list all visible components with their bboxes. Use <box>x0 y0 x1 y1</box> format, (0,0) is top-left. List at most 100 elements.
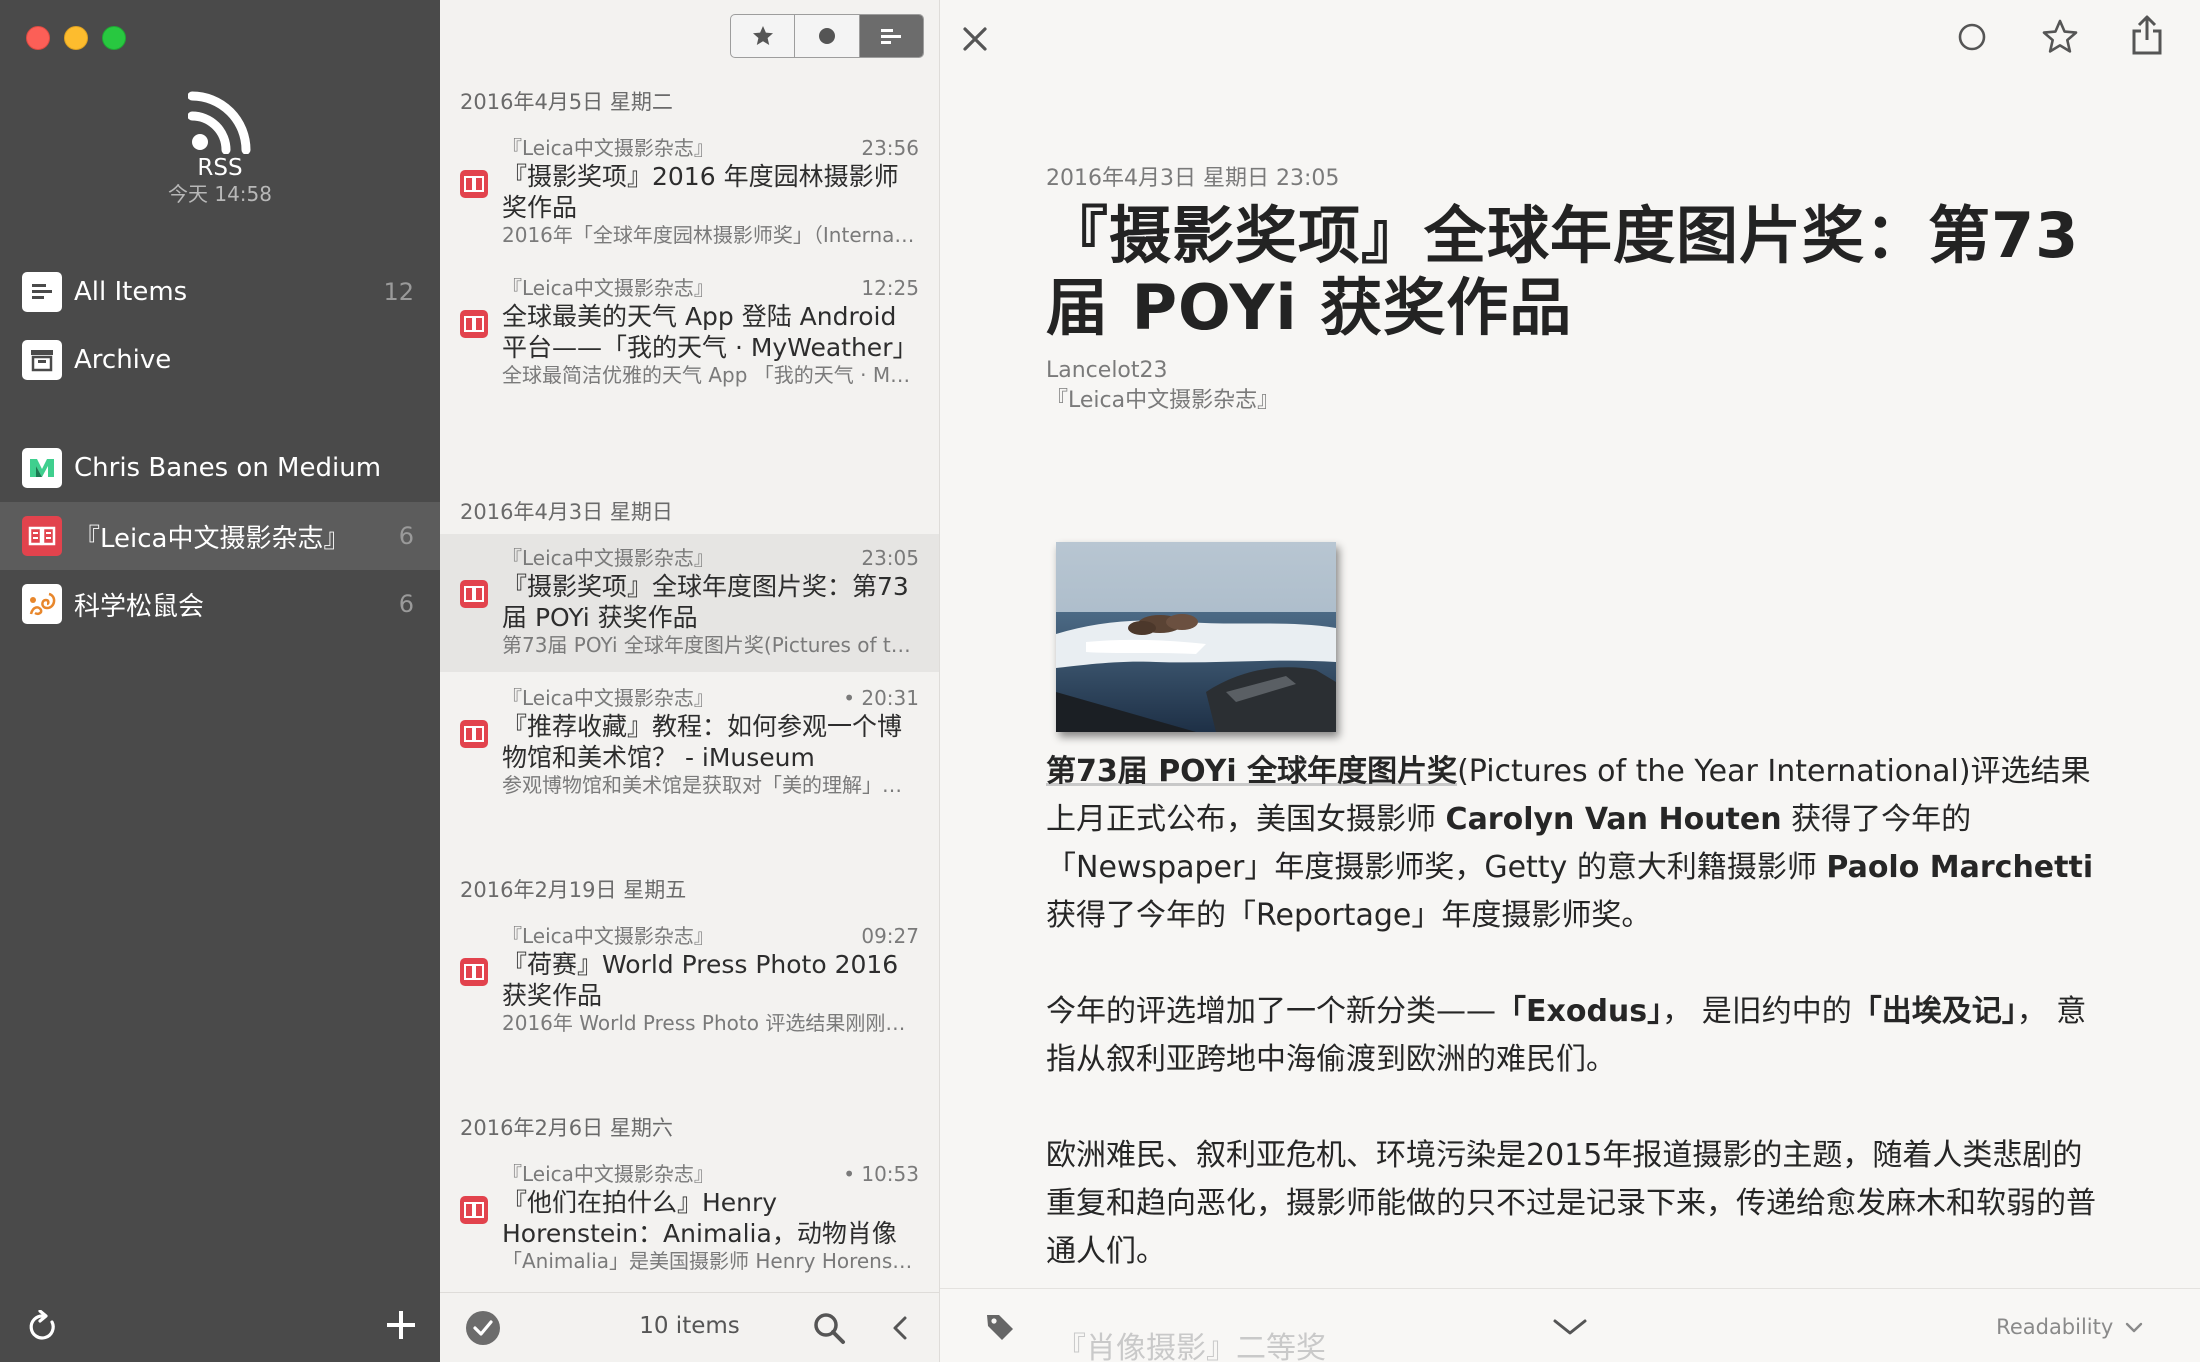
photographer-name: Paolo Marchetti <box>1826 850 2094 885</box>
entry-time: 23:05 <box>861 546 919 570</box>
leica-magazine-icon <box>22 516 62 556</box>
minimize-window-button[interactable] <box>64 26 88 50</box>
article-title: 『摄影奖项』全球年度图片奖：第73届 POYi 获奖作品 <box>1046 199 2080 344</box>
article-paragraph: 第73届 POYi 全球年度图片奖(Pictures of the Year I… <box>1046 748 2106 940</box>
entry-summary: 「Animalia」是美国摄影师 Henry Horenstein 的作品 <box>502 1249 919 1273</box>
sidebar-item-label: 『Leica中文摄影杂志』 <box>74 523 350 554</box>
tag-icon[interactable] <box>984 1311 1016 1347</box>
entry-summary: 全球最简洁优雅的天气 App 「我的天气 · MyWeather」 <box>502 363 919 387</box>
entry-title: 全球最美的天气 App 登陆 Android 平台——「我的天气 · MyWea… <box>502 302 918 362</box>
rss-icon <box>188 91 251 154</box>
star-icon[interactable] <box>2040 17 2080 61</box>
article-list: 2016年4月5日 星期二 『Leica中文摄影杂志』 23:56 『摄影奖项』2… <box>440 0 940 1362</box>
leica-magazine-icon <box>460 958 488 986</box>
article-header: 2016年4月3日 星期日 23:05 『摄影奖项』全球年度图片奖：第73届 P… <box>1046 164 2106 416</box>
leica-magazine-icon <box>460 310 488 338</box>
entry-title: 『荷赛』World Press Photo 2016 获奖作品 <box>502 950 899 1010</box>
date-header: 2016年4月3日 星期日 <box>460 500 673 524</box>
date-header: 2016年2月6日 星期六 <box>460 1116 673 1140</box>
list-item[interactable]: 『Leica中文摄影杂志』 12:25 全球最美的天气 App 登陆 Androi… <box>440 264 939 432</box>
entry-time: • 10:53 <box>843 1162 919 1186</box>
mark-unread-circle-icon[interactable] <box>1955 20 1989 58</box>
refresh-icon[interactable] <box>26 1309 60 1348</box>
entry-title: 『摄影奖项』2016 年度园林摄影师奖作品 <box>502 162 899 222</box>
list-item[interactable]: 『Leica中文摄影杂志』 23:56 『摄影奖项』2016 年度园林摄影师奖作品… <box>440 124 939 262</box>
list-footer: 10 items <box>440 1292 939 1362</box>
article-body: 第73届 POYi 全球年度图片奖(Pictures of the Year I… <box>1046 748 2106 1324</box>
entry-summary: 参观博物馆和美术馆是获取对「美的理解」最直接的途径 <box>502 773 919 797</box>
entry-summary: 2016年「全球年度园林摄影师奖」（International Garden P… <box>502 223 919 247</box>
entry-summary: 第73届 POYi 全球年度图片奖(Pictures of the Year I… <box>502 633 919 657</box>
unread-count: 12 <box>383 278 414 306</box>
view-mode-dropdown[interactable]: Readability <box>1996 1315 2144 1339</box>
entry-title: 『摄影奖项』全球年度图片奖：第73届 POYi 获奖作品 <box>502 572 909 632</box>
entry-summary: 2016年 World Press Photo 评选结果刚刚公布 <box>502 1011 919 1035</box>
entry-time: 12:25 <box>861 276 919 300</box>
article-paragraph: 欧洲难民、叙利亚危机、环境污染是2015年报道摄影的主题，随着人类悲剧的重复和趋… <box>1046 1138 2096 1269</box>
collapse-chevron-left-icon[interactable] <box>890 1315 910 1345</box>
photographer-name: Carolyn Van Houten <box>1445 802 1782 837</box>
list-item[interactable]: 『Leica中文摄影杂志』 • 20:31 『推荐收藏』教程：如何参观一个博物馆和… <box>440 674 939 812</box>
article-paragraph: 今年的评选增加了一个新分类——「Exodus」， 是旧约中的「出埃及记」， 意指… <box>1046 988 2106 1084</box>
leica-magazine-icon <box>460 170 488 198</box>
leica-magazine-icon <box>460 720 488 748</box>
unread-count: 6 <box>398 522 414 550</box>
scroll-down-chevron-icon[interactable] <box>1552 1317 1588 1341</box>
share-icon[interactable] <box>2130 14 2164 60</box>
text-run: 今年的评选增加了一个新分类—— <box>1046 994 1496 1029</box>
next-section-heading: 『肖像摄影』二等奖 <box>1056 1331 1326 1362</box>
entry-time: 09:27 <box>861 924 919 948</box>
sidebar-item-all-items[interactable]: All Items 12 <box>0 258 440 326</box>
archive-box-icon <box>22 340 62 380</box>
lines-icon <box>881 29 902 44</box>
category-name: 「出埃及记」 <box>1851 994 2017 1029</box>
sidebar: RSS 今天 14:58 All Items 12 Archive Chris … <box>0 0 440 1362</box>
add-feed-icon[interactable] <box>384 1308 418 1346</box>
date-header: 2016年4月5日 星期二 <box>460 90 673 114</box>
article-photo-walruses[interactable] <box>1056 542 1336 732</box>
sidebar-feed-chris-banes[interactable]: Chris Banes on Medium <box>0 434 440 502</box>
entry-feed: 『Leica中文摄影杂志』 <box>502 686 714 710</box>
date-header: 2016年2月19日 星期五 <box>460 878 687 902</box>
medium-logo-icon <box>22 448 62 488</box>
filter-starred-button[interactable] <box>731 15 796 57</box>
filter-unread-button[interactable] <box>795 15 860 57</box>
chevron-down-icon <box>2125 1322 2143 1333</box>
star-icon <box>752 26 773 45</box>
item-count: 10 items <box>639 1313 740 1339</box>
sidebar-item-label: All Items <box>74 277 188 307</box>
sidebar-feed-songshuhui[interactable]: 科学松鼠会 6 <box>0 570 440 638</box>
text-run: ， 是旧约中的 <box>1662 994 1852 1029</box>
reader-pane: 2016年4月3日 星期日 23:05 『摄影奖项』全球年度图片奖：第73届 P… <box>940 0 2200 1362</box>
search-icon[interactable] <box>812 1311 846 1349</box>
view-mode-label: Readability <box>1996 1315 2114 1339</box>
sidebar-item-archive[interactable]: Archive <box>0 326 440 394</box>
close-window-button[interactable] <box>26 26 50 50</box>
close-icon[interactable] <box>958 22 992 60</box>
list-item[interactable]: 『Leica中文摄影杂志』 • 10:53 『他们在拍什么』Henry Horen… <box>440 1150 939 1288</box>
entry-feed: 『Leica中文摄影杂志』 <box>502 924 714 948</box>
entry-feed: 『Leica中文摄影杂志』 <box>502 276 714 300</box>
leica-magazine-icon <box>460 580 488 608</box>
entry-title: 『推荐收藏』教程：如何参观一个博物馆和美术馆？ - iMuseum <box>502 712 903 772</box>
filter-all-button[interactable] <box>859 15 923 57</box>
article-feed: 『Leica中文摄影杂志』 <box>1046 388 1280 413</box>
entry-feed: 『Leica中文摄影杂志』 <box>502 1162 714 1186</box>
sidebar-footer <box>0 1292 440 1362</box>
list-item[interactable]: 『Leica中文摄影杂志』 09:27 『荷赛』World Press Photo… <box>440 912 939 1050</box>
dot-icon <box>818 28 835 44</box>
entry-time: • 20:31 <box>843 686 919 710</box>
list-item-selected[interactable]: 『Leica中文摄影杂志』 23:05 『摄影奖项』全球年度图片奖：第73届 PO… <box>440 534 939 672</box>
last-updated: 今天 14:58 <box>168 182 272 206</box>
sidebar-feed-leica[interactable]: 『Leica中文摄影杂志』 6 <box>0 502 440 570</box>
text-run: 获得了今年的「Reportage」年度摄影师奖。 <box>1046 898 1652 933</box>
account-header[interactable]: RSS 今天 14:58 <box>0 90 440 206</box>
entry-feed: 『Leica中文摄影杂志』 <box>502 136 714 160</box>
leica-magazine-icon <box>460 1196 488 1224</box>
article-author: Lancelot23 <box>1046 358 1168 383</box>
poyi-link[interactable]: 第73届 POYi 全球年度图片奖 <box>1046 754 1457 789</box>
window-controls <box>26 26 126 50</box>
sidebar-item-label: 科学松鼠会 <box>74 591 205 622</box>
squirrel-logo-icon <box>22 584 62 624</box>
zoom-window-button[interactable] <box>102 26 126 50</box>
